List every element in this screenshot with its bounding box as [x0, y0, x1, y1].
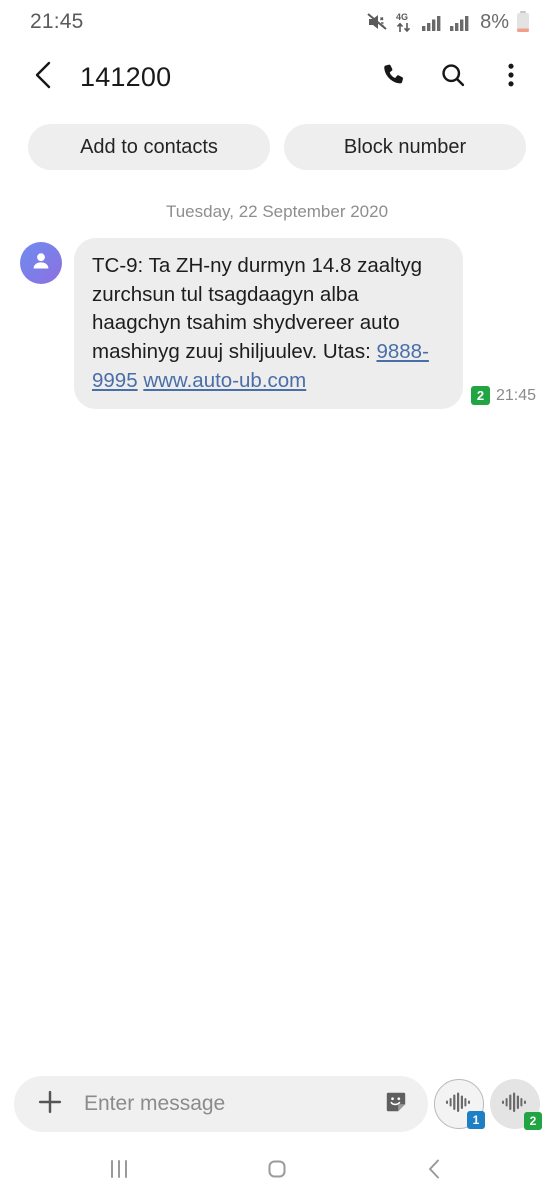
sim-badge: 2 [470, 386, 490, 406]
data-4g-plus-icon: 4G [396, 11, 415, 33]
input-pill[interactable] [14, 1076, 428, 1132]
call-button[interactable] [378, 60, 412, 94]
send-sim1-badge: 1 [467, 1111, 485, 1129]
contact-action-row: Add to contacts Block number [0, 114, 554, 180]
messaging-app-screen: 21:45 4G 8% 141200 Add to contacts Block… [0, 0, 554, 1200]
overflow-menu-icon [507, 61, 515, 94]
plus-icon [36, 1088, 64, 1121]
date-separator: Tuesday, 22 September 2020 [165, 202, 389, 221]
sticker-icon [383, 1089, 409, 1120]
recents-button[interactable] [87, 1148, 151, 1194]
send-sim2-button[interactable]: 2 [490, 1079, 542, 1130]
send-sim1-button[interactable]: 1 [434, 1079, 485, 1129]
page-title: 141200 [80, 61, 172, 92]
android-nav-bar [0, 1142, 554, 1200]
mute-icon [367, 12, 389, 32]
conversation-thread[interactable]: Tuesday, 22 September 2020 TC-9: Ta ZH-n… [0, 180, 554, 1066]
signal-bars-sim2-icon [450, 14, 471, 31]
message-meta: 2 21:45 [470, 386, 536, 409]
nav-back-button[interactable] [403, 1148, 467, 1194]
search-icon [439, 61, 467, 94]
status-bar-clock: 21:45 [30, 10, 84, 33]
recents-icon [106, 1156, 132, 1187]
add-to-contacts-button[interactable]: Add to contacts [28, 124, 270, 170]
status-bar: 21:45 4G 8% [0, 0, 554, 44]
message-timestamp: 21:45 [495, 386, 536, 404]
message-row-incoming: TC-9: Ta ZH-ny durmyn 14.8 zaaltyg zurch… [0, 238, 554, 410]
header-actions [378, 60, 532, 94]
avatar [20, 242, 62, 284]
signal-bars-sim1-icon [422, 14, 443, 31]
battery-percent-label: 8% [480, 10, 509, 33]
svg-text:4G: 4G [396, 12, 408, 22]
message-bubble[interactable]: TC-9: Ta ZH-ny durmyn 14.8 zaaltyg zurch… [74, 238, 463, 410]
message-input-bar: 1 2 [0, 1066, 554, 1142]
back-chevron-icon [31, 60, 57, 95]
overflow-menu-button[interactable] [494, 60, 528, 94]
battery-icon [516, 11, 530, 33]
message-text: TC-9: Ta ZH-ny durmyn 14.8 zaaltyg zurch… [92, 254, 423, 364]
person-avatar-icon [29, 249, 53, 278]
app-header: 141200 [0, 44, 554, 110]
block-number-button[interactable]: Block number [284, 124, 526, 170]
home-icon [264, 1156, 290, 1187]
sticker-button[interactable] [378, 1086, 414, 1122]
add-attachment-button[interactable] [30, 1084, 70, 1124]
back-button[interactable] [22, 55, 66, 99]
search-button[interactable] [436, 60, 470, 94]
home-button[interactable] [245, 1148, 309, 1194]
phone-icon [381, 61, 409, 94]
status-bar-icons: 4G 8% [367, 11, 530, 34]
send-sim2-badge: 2 [524, 1112, 542, 1130]
message-input[interactable] [74, 1092, 374, 1116]
url-link[interactable]: www.auto-ub.com [143, 369, 306, 392]
bubble-wrapper: TC-9: Ta ZH-ny durmyn 14.8 zaaltyg zurch… [62, 238, 536, 410]
nav-back-icon [422, 1156, 448, 1187]
